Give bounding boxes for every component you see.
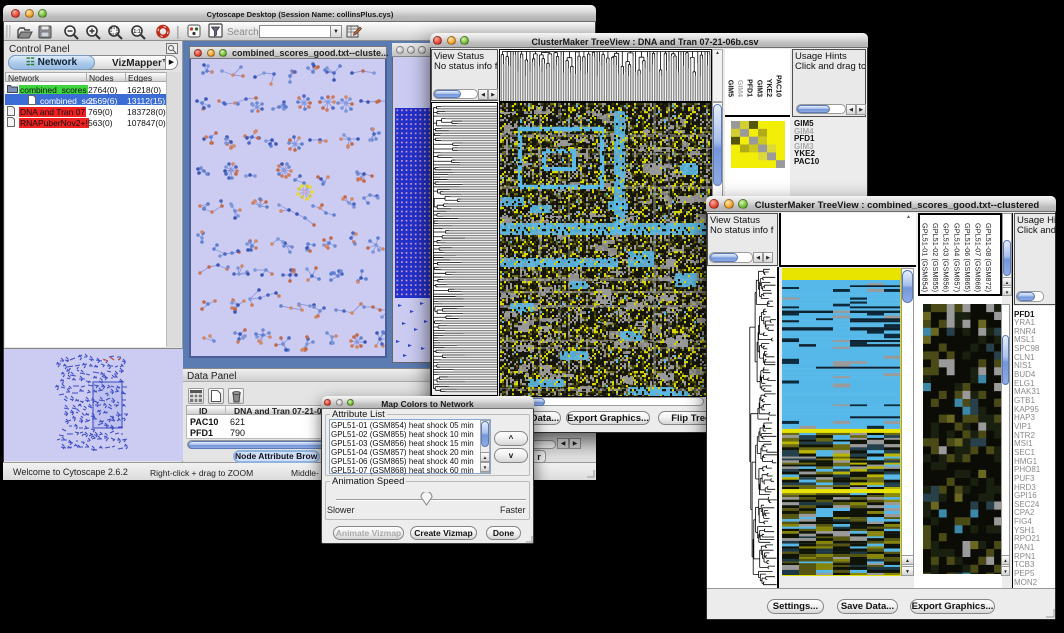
svg-text:PAC10: PAC10 xyxy=(775,75,782,97)
svg-text:GIM3: GIM3 xyxy=(755,80,762,97)
svg-text:GIM5: GIM5 xyxy=(727,80,734,97)
svg-text:GPL51-03 (GSM856): GPL51-03 (GSM856) xyxy=(942,223,951,292)
svg-text:GPL51-07 (GSM868): GPL51-07 (GSM868) xyxy=(974,223,983,292)
svg-text:GPL51-02 (GSM855): GPL51-02 (GSM855) xyxy=(931,223,940,292)
svg-text:GPL51-06 (GSM865): GPL51-06 (GSM865) xyxy=(963,223,972,292)
svg-text:GPL51-08 (GSM872): GPL51-08 (GSM872) xyxy=(984,223,993,292)
svg-text:1:1: 1:1 xyxy=(133,29,140,35)
svg-text:YKE2: YKE2 xyxy=(765,79,772,97)
svg-text:GIM4: GIM4 xyxy=(736,80,743,97)
svg-text:GPL51-04 (GSM857): GPL51-04 (GSM857) xyxy=(952,223,961,292)
svg-text:PFD1: PFD1 xyxy=(746,79,753,97)
svg-text:GPL51-01 (GSM854): GPL51-01 (GSM854) xyxy=(921,223,930,292)
